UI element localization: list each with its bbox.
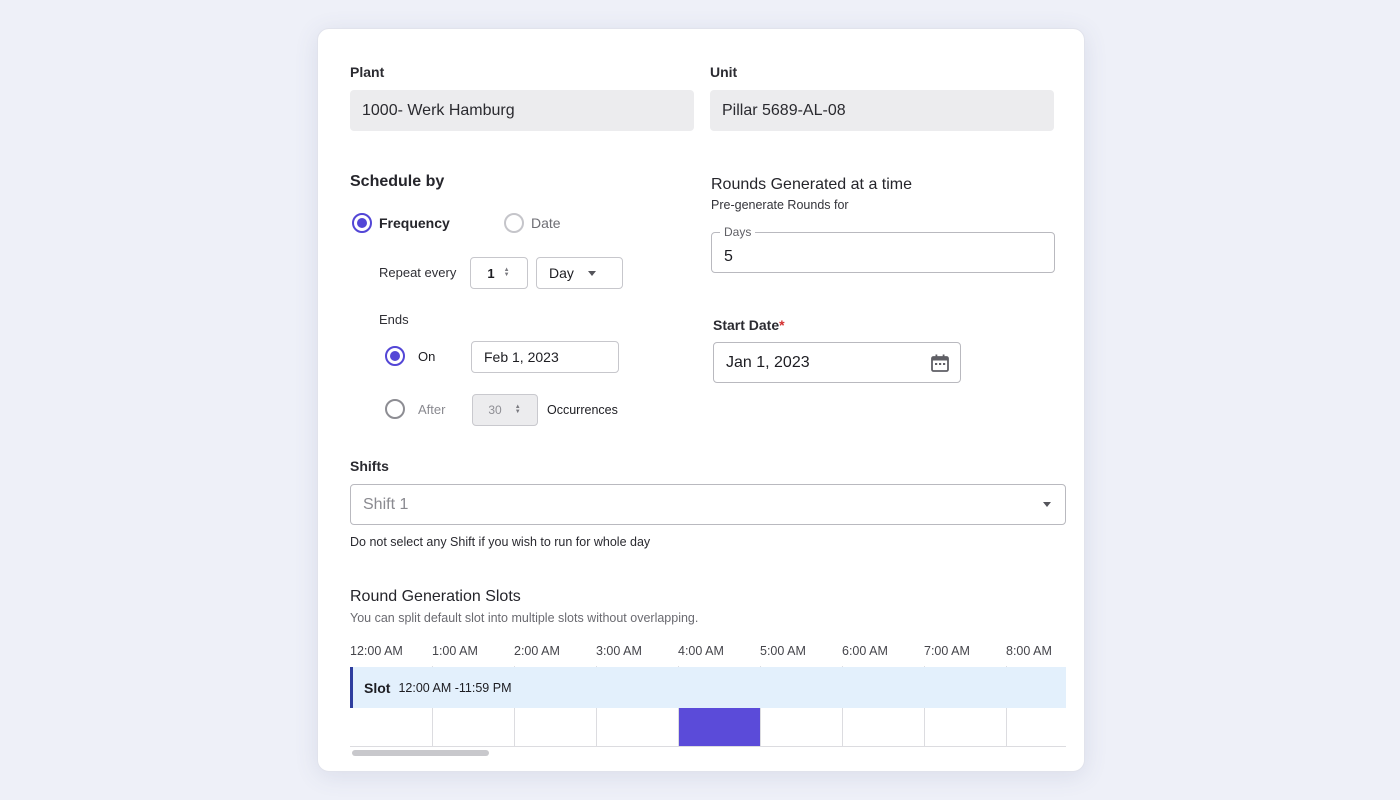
ends-on-date-input[interactable]: Feb 1, 2023 [471,341,619,373]
repeat-every-value: 1 [487,265,495,281]
ends-on-date-value: Feb 1, 2023 [484,349,559,365]
hour-label: 4:00 AM [678,644,724,658]
caret-down-icon [588,270,596,276]
ends-label: Ends [379,312,409,327]
round-plan-card: Plant 1000- Werk Hamburg Unit Pillar 568… [317,28,1085,772]
start-date-value: Jan 1, 2023 [726,353,810,371]
occurrences-stepper[interactable]: 30 ▲ ▼ [472,394,538,426]
timeline-baseline [350,746,1066,747]
ends-on-option[interactable]: On [385,346,435,366]
date-radio[interactable] [504,213,524,233]
caret-down-icon [1043,502,1051,507]
start-date-label: Start Date* [713,317,785,333]
slot-range: 12:00 AM -11:59 PM [398,680,512,695]
slots-title: Round Generation Slots [350,588,521,605]
shifts-placeholder: Shift 1 [363,495,409,513]
plant-label: Plant [350,64,385,80]
days-label: Days [720,225,756,239]
schedule-by-title: Schedule by [350,173,445,190]
stepper-arrows-icon[interactable]: ▲ ▼ [514,404,522,415]
date-label: Date [531,215,561,231]
ends-after-radio[interactable] [385,399,405,419]
required-mark: * [779,317,785,333]
plant-field: 1000- Werk Hamburg [350,90,694,131]
occurrences-value: 30 [488,403,502,417]
unit-label: Unit [710,64,738,80]
hour-label: 5:00 AM [760,644,806,658]
repeat-unit-select[interactable]: Day [536,257,623,289]
days-value: 5 [724,247,733,265]
frequency-option[interactable]: Frequency [352,213,450,233]
timeline-scrollbar[interactable] [352,750,489,756]
repeat-every-label: Repeat every [379,265,457,280]
slots-subtitle: You can split default slot into multiple… [350,611,699,625]
days-input[interactable]: Days 5 [711,225,1055,273]
ends-on-label: On [418,348,436,364]
slot-label: Slot [364,679,391,696]
selected-hour-cell[interactable] [679,708,760,746]
start-date-label-text: Start Date [713,317,780,333]
unit-field: Pillar 5689-AL-08 [710,90,1054,131]
hour-label: 6:00 AM [842,644,888,658]
unit-value: Pillar 5689-AL-08 [722,101,846,119]
frequency-radio[interactable] [352,213,372,233]
hour-label: 8:00 AM [1006,644,1052,658]
ends-on-radio[interactable] [385,346,405,366]
date-option[interactable]: Date [504,213,561,233]
default-slot[interactable]: Slot 12:00 AM -11:59 PM [350,667,1066,708]
start-date-input[interactable]: Jan 1, 2023 [713,342,961,383]
hour-label: 12:00 AM [350,644,403,658]
frequency-label: Frequency [379,215,450,231]
plant-value: 1000- Werk Hamburg [362,101,515,119]
hour-label: 7:00 AM [924,644,970,658]
hour-label: 2:00 AM [514,644,560,658]
ends-after-option[interactable]: After [385,399,445,419]
shifts-helper-text: Do not select any Shift if you wish to r… [350,535,651,549]
hour-label: 1:00 AM [432,644,478,658]
stepper-arrows-icon[interactable]: ▲ ▼ [503,267,511,278]
hour-label: 3:00 AM [596,644,642,658]
repeat-every-stepper[interactable]: 1 ▲ ▼ [470,257,528,289]
rounds-subtitle: Pre-generate Rounds for [711,198,849,212]
shifts-label: Shifts [350,458,389,474]
repeat-unit-value: Day [549,265,574,281]
shifts-select[interactable]: Shift 1 [350,484,1066,525]
rounds-title: Rounds Generated at a time [711,176,913,193]
occurrences-label: Occurrences [547,403,618,417]
ends-after-label: After [418,401,446,417]
calendar-icon[interactable] [930,353,950,373]
